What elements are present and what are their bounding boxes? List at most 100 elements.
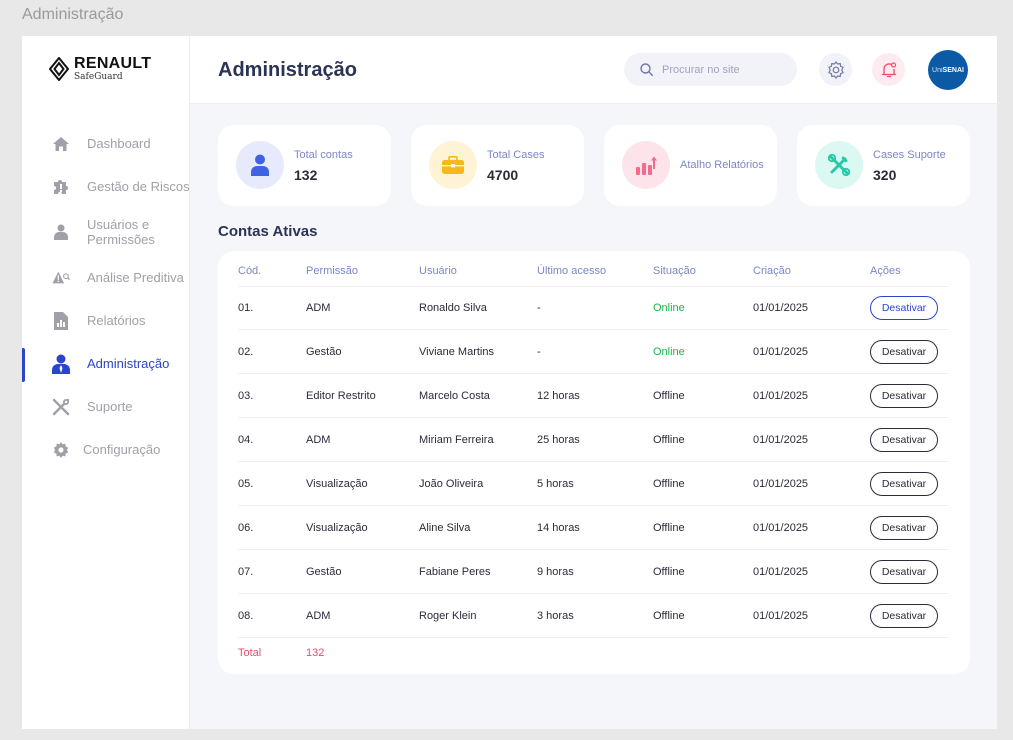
brand-name: RENAULT <box>74 55 152 72</box>
cell-user: Miriam Ferreira <box>419 434 494 446</box>
column-header: Último acesso <box>537 265 607 277</box>
card-value: 132 <box>294 167 318 183</box>
cell-perm: Visualização <box>306 478 368 490</box>
brand-logo[interactable]: RENAULT SafeGuard <box>49 56 151 82</box>
sidebar-item-configuracao[interactable]: Configuração <box>22 428 190 471</box>
tools-icon <box>52 398 70 416</box>
cell-status: Offline <box>653 566 685 578</box>
table-row: 07. Gestão Fabiane Peres 9 horas Offline 01/0… <box>238 550 949 594</box>
column-header: Situação <box>653 265 696 277</box>
card-atalho-relatorios[interactable]: Atalho Relatórios <box>604 125 777 206</box>
sidebar-item-label: Configuração <box>83 442 161 457</box>
sidebar-item-gestao-riscos[interactable]: Gestão de Riscos <box>22 165 190 208</box>
chart-up-icon <box>622 141 670 189</box>
cell-user: João Oliveira <box>419 478 484 490</box>
cell-perm: ADM <box>306 434 331 446</box>
card-total-cases[interactable]: Total Cases 4700 <box>411 125 584 206</box>
sidebar-item-label: Relatórios <box>87 313 146 328</box>
table-total: Total 132 <box>238 647 324 659</box>
avatar-text-uni: Uni <box>932 66 943 74</box>
card-total-contas[interactable]: Total contas 132 <box>218 125 391 206</box>
deactivate-button[interactable]: Desativar <box>870 560 938 584</box>
cell-created: 01/01/2025 <box>753 346 809 358</box>
sidebar-item-label: Gestão de Riscos <box>87 179 190 194</box>
cell-status: Offline <box>653 390 685 402</box>
table-row: 06. Visualização Aline Silva 14 horas Offlin… <box>238 506 949 550</box>
cell-perm: ADM <box>306 610 331 622</box>
column-header: Cód. <box>238 265 262 277</box>
deactivate-button[interactable]: Desativar <box>870 604 938 628</box>
sidebar-item-analise-preditiva[interactable]: Análise Preditiva <box>22 256 190 299</box>
settings-button[interactable] <box>819 53 852 86</box>
card-label: Atalho Relatórios <box>680 159 764 171</box>
section-title: Contas Ativas <box>218 223 318 240</box>
puzzle-icon <box>52 178 70 196</box>
gear-icon <box>827 60 844 79</box>
table-row: 02. Gestão Viviane Martins - Online 01/01/202… <box>238 330 949 374</box>
cell-cod: 02. <box>238 346 254 358</box>
total-label: Total <box>238 647 262 659</box>
table-row: 01. ADM Ronaldo Silva - Online 01/01/2025 Desa… <box>238 286 949 330</box>
app-frame: RENAULT SafeGuard Dashboard Gestão de Ri… <box>22 36 997 729</box>
cell-created: 01/01/2025 <box>753 302 809 314</box>
cell-last: 9 horas <box>537 566 574 578</box>
user-icon <box>52 223 70 241</box>
cell-last: 5 horas <box>537 478 574 490</box>
sidebar-item-label: Usuários e Permissões <box>87 217 155 247</box>
cell-cod: 05. <box>238 478 254 490</box>
cell-last: 12 horas <box>537 390 580 402</box>
cell-last: - <box>537 346 541 358</box>
briefcase-icon <box>429 141 477 189</box>
cell-cod: 01. <box>238 302 254 314</box>
deactivate-button[interactable]: Desativar <box>870 428 938 452</box>
cell-cod: 03. <box>238 390 254 402</box>
card-cases-suporte[interactable]: Cases Suporte 320 <box>797 125 970 206</box>
sidebar-item-administracao[interactable]: Administração <box>22 342 190 385</box>
sidebar-item-label: Administração <box>87 356 170 371</box>
card-value: 4700 <box>487 167 519 183</box>
cell-created: 01/01/2025 <box>753 522 809 534</box>
cell-created: 01/01/2025 <box>753 610 809 622</box>
cell-cod: 04. <box>238 434 254 446</box>
sidebar-item-dashboard[interactable]: Dashboard <box>22 122 190 165</box>
bell-icon <box>881 61 896 77</box>
tools-icon <box>815 141 863 189</box>
table-row: 05. Visualização João Oliveira 5 horas Offli… <box>238 462 949 506</box>
sidebar-nav: Dashboard Gestão de Riscos Usuários e Pe… <box>22 122 190 471</box>
avatar-text-senai: SENAI <box>942 66 964 74</box>
cell-perm: Visualização <box>306 522 368 534</box>
table-header: Cód. Permissão Usuário Último acesso Sit… <box>238 265 949 287</box>
card-label: Cases Suporte <box>873 149 946 161</box>
sidebar-item-label: Dashboard <box>87 136 151 151</box>
gear-icon <box>52 441 70 459</box>
cell-user: Aline Silva <box>419 522 471 534</box>
sidebar-item-usuarios[interactable]: Usuários e Permissões <box>22 208 190 256</box>
cell-created: 01/01/2025 <box>753 390 809 402</box>
deactivate-button[interactable]: Desativar <box>870 516 938 540</box>
cell-last: 25 horas <box>537 434 580 446</box>
sidebar-item-suporte[interactable]: Suporte <box>22 385 190 428</box>
cell-user: Roger Klein <box>419 610 477 622</box>
cell-status: Offline <box>653 522 685 534</box>
cell-created: 01/01/2025 <box>753 434 809 446</box>
search-box[interactable] <box>624 53 797 86</box>
deactivate-button[interactable]: Desativar <box>870 472 938 496</box>
deactivate-button[interactable]: Desativar <box>870 384 938 408</box>
avatar[interactable]: Uni SENAI <box>928 50 968 90</box>
column-header: Usuário <box>419 265 457 277</box>
table-row: 03. Editor Restrito Marcelo Costa 12 horas O… <box>238 374 949 418</box>
cell-cod: 08. <box>238 610 254 622</box>
cell-perm: Editor Restrito <box>306 390 376 402</box>
search-input[interactable] <box>662 63 782 76</box>
cell-last: - <box>537 302 541 314</box>
renault-diamond-icon <box>49 57 69 81</box>
cell-perm: Gestão <box>306 566 342 578</box>
card-value: 320 <box>873 167 897 183</box>
cell-last: 3 horas <box>537 610 574 622</box>
top-bar: Administração UniSENAI <box>190 36 997 104</box>
deactivate-button[interactable]: Desativar <box>870 340 938 364</box>
deactivate-button[interactable]: Desativar <box>870 296 938 320</box>
total-value: 132 <box>306 647 325 659</box>
notifications-button[interactable] <box>872 53 905 86</box>
sidebar-item-relatorios[interactable]: Relatórios <box>22 299 190 342</box>
